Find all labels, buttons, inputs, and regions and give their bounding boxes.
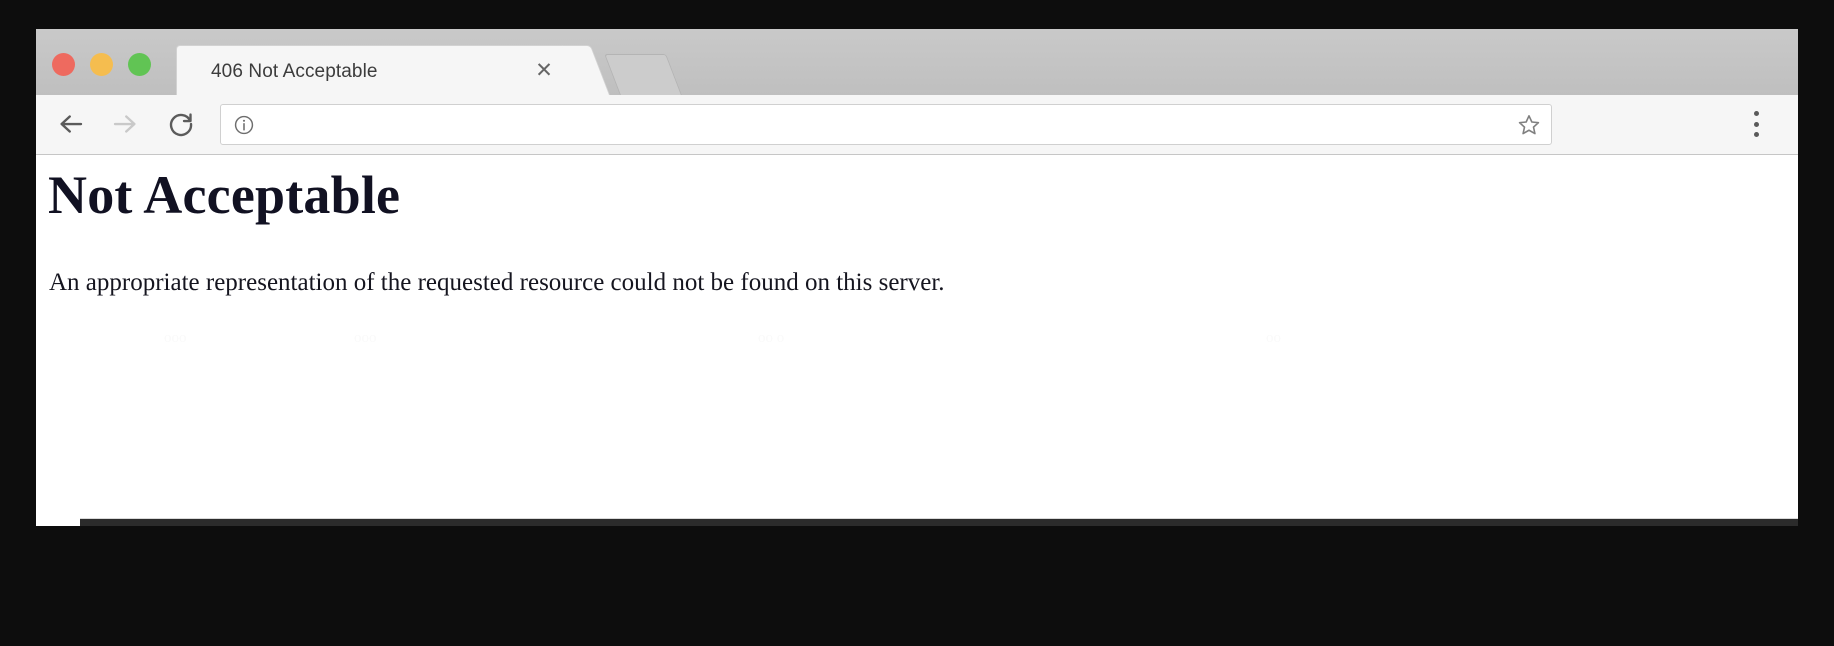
forward-button[interactable] — [106, 105, 144, 143]
window-controls — [52, 53, 151, 76]
menu-dot-middle — [1753, 121, 1759, 127]
back-button[interactable] — [52, 105, 90, 143]
render-artifacts: ooo ooo oo o oo — [36, 330, 1798, 350]
tab-strip: 406 Not Acceptable ✕ — [36, 29, 1798, 95]
tab-title: 406 Not Acceptable — [211, 61, 378, 82]
address-bar-url[interactable] — [267, 105, 1491, 146]
browser-window: 406 Not Acceptable ✕ Not Acceptable An a… — [36, 29, 1798, 526]
arrow-left-icon — [60, 115, 83, 133]
browser-toolbar — [36, 95, 1798, 155]
info-icon[interactable] — [233, 114, 255, 136]
page-title: Not Acceptable — [48, 165, 401, 225]
close-tab-icon[interactable]: ✕ — [532, 59, 556, 83]
close-window-button[interactable] — [52, 53, 75, 76]
arrow-right-icon — [113, 115, 136, 133]
error-message: An appropriate representation of the req… — [49, 269, 945, 296]
reload-icon — [169, 113, 193, 137]
minimize-window-button[interactable] — [90, 53, 113, 76]
reload-button[interactable] — [162, 105, 200, 143]
maximize-window-button[interactable] — [128, 53, 151, 76]
horizontal-scrollbar[interactable] — [80, 518, 1798, 526]
menu-dot-bottom — [1753, 132, 1759, 137]
outer-frame: 406 Not Acceptable ✕ Not Acceptable An a… — [0, 0, 1834, 646]
star-outline-icon[interactable] — [1517, 113, 1541, 137]
browser-menu-button[interactable] — [1742, 109, 1770, 139]
browser-tab-active[interactable]: 406 Not Acceptable ✕ — [176, 45, 582, 95]
menu-dot-top — [1753, 111, 1759, 116]
new-tab-button[interactable] — [604, 54, 682, 95]
address-bar[interactable] — [220, 104, 1552, 145]
page-content: Not Acceptable An appropriate representa… — [36, 155, 1798, 526]
